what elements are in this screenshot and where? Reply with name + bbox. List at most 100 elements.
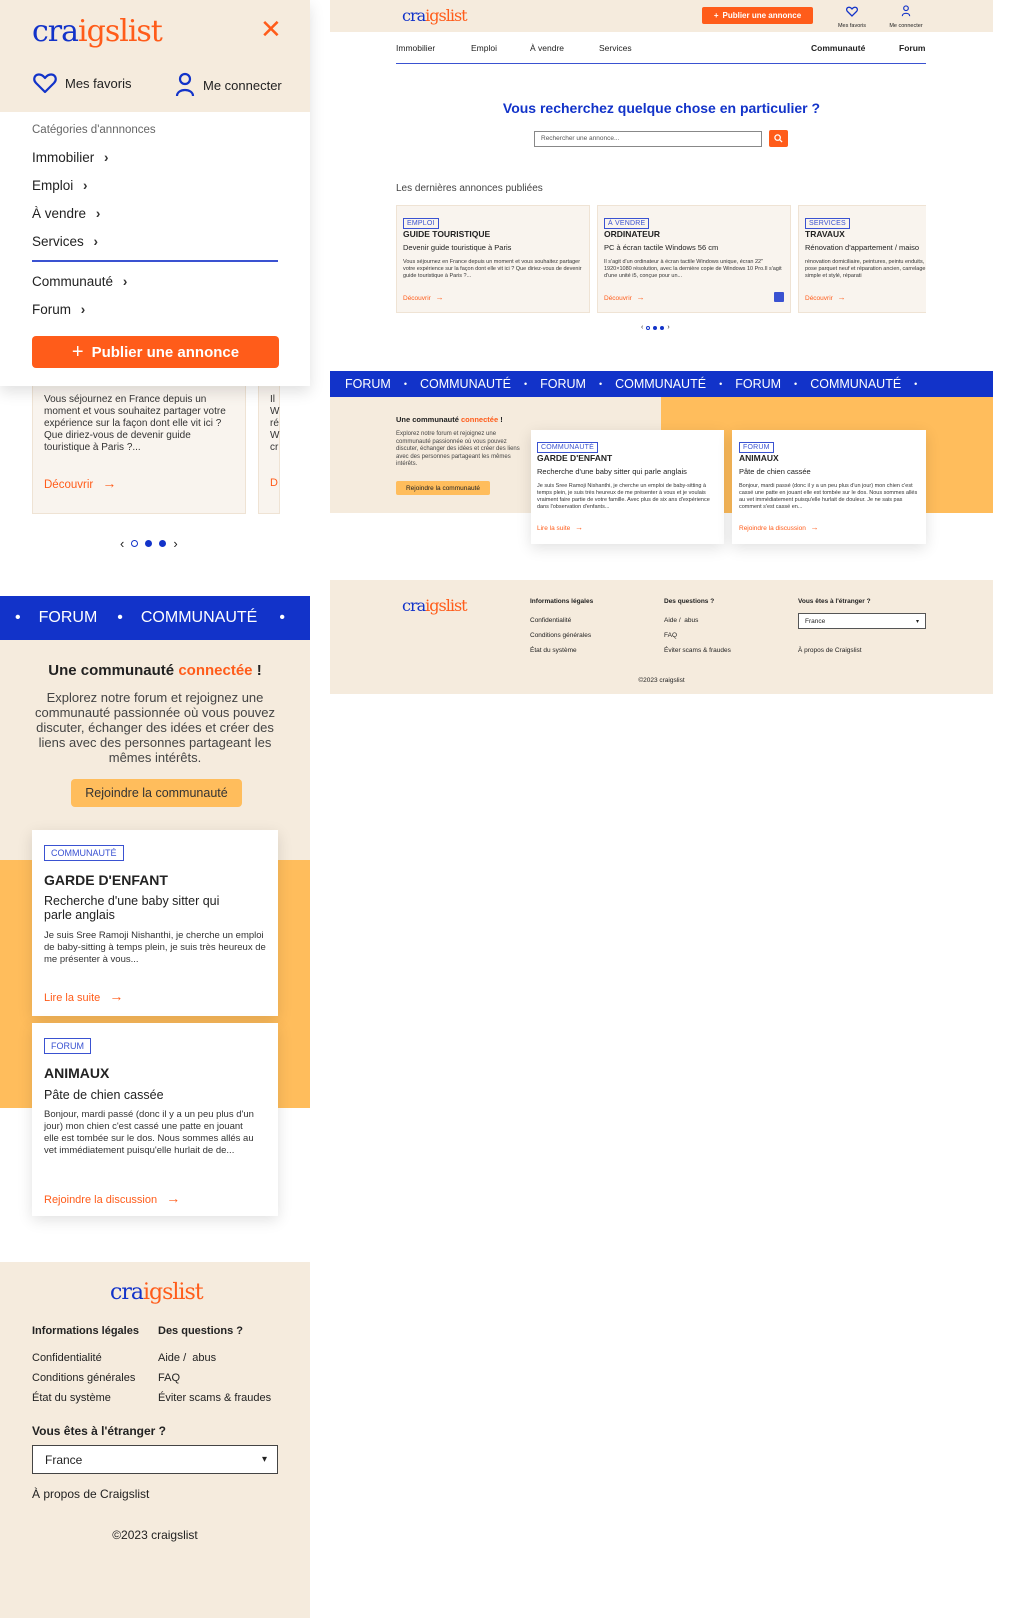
search-button[interactable] xyxy=(769,130,788,147)
login-link[interactable]: Me connecter xyxy=(175,72,282,98)
desktop-join-button[interactable]: Rejoindre la communauté xyxy=(396,481,490,495)
card-subtitle: PC à écran tactile Windows 56 cm xyxy=(604,243,719,252)
card-tag: FORUM xyxy=(739,442,774,453)
card-title: GARDE D'ENFANT xyxy=(537,453,613,463)
banner-forum[interactable]: FORUM xyxy=(540,377,586,391)
read-more-link[interactable]: Lire la suite → xyxy=(44,988,123,1004)
search-input[interactable]: Rechercher une annonce... xyxy=(534,131,762,147)
footer-legal-heading: Informations légales xyxy=(530,598,594,605)
chevron-right-icon: › xyxy=(122,274,128,289)
desktop-publish-button[interactable]: + Publier une annonce xyxy=(702,7,813,24)
mobile-footer xyxy=(0,1262,310,1618)
banner-communaute[interactable]: COMMUNAUTÉ xyxy=(615,377,706,391)
card-cta[interactable]: Découvrir → xyxy=(805,293,846,302)
nav-communaute[interactable]: Communauté xyxy=(811,43,865,53)
pager-dot[interactable] xyxy=(660,325,665,330)
join-discussion-link[interactable]: Rejoindre la discussion → xyxy=(44,1190,180,1206)
image-icon[interactable] xyxy=(774,292,784,302)
about-link[interactable]: À propos de Craigslist xyxy=(32,1487,149,1501)
footer-link-scams[interactable]: Éviter scams & fraudes xyxy=(664,647,731,654)
pager-dot[interactable] xyxy=(131,540,139,547)
pager-dot[interactable] xyxy=(646,325,651,330)
card-cta[interactable]: Découvrir → xyxy=(403,293,444,302)
nav-services[interactable]: Services xyxy=(599,43,632,53)
mobile-card-text: Vous séjournez en France depuis un momen… xyxy=(44,394,226,453)
join-community-button[interactable]: Rejoindre la communauté xyxy=(71,779,242,807)
footer-logo[interactable]: craigslist xyxy=(110,1280,204,1305)
footer-link-scams[interactable]: Éviter scams & fraudes xyxy=(158,1392,271,1404)
footer-link-etat[interactable]: État du système xyxy=(530,647,577,654)
desktop-favorites[interactable]: Mes favoris xyxy=(832,4,872,29)
read-more-link[interactable]: Lire la suite → xyxy=(537,523,583,532)
footer-link-aide[interactable]: Aide / abus xyxy=(664,617,698,624)
logo[interactable]: craigslist xyxy=(32,14,163,49)
copyright: ©2023 craigslist xyxy=(638,677,685,684)
banner-communaute[interactable]: COMMUNAUTÉ xyxy=(810,377,901,391)
chevron-right-icon[interactable]: › xyxy=(667,324,669,331)
chevron-left-icon[interactable]: ‹ xyxy=(641,324,643,331)
card-cta[interactable]: Découvrir → xyxy=(604,293,645,302)
footer-link-faq[interactable]: FAQ xyxy=(158,1372,180,1384)
menu-item-services[interactable]: Services › xyxy=(32,234,98,249)
pager-dot[interactable] xyxy=(653,325,658,330)
footer-link-etat[interactable]: État du système xyxy=(32,1392,111,1404)
pager-dot[interactable] xyxy=(159,540,167,547)
card-title: GUIDE TOURISTIQUE xyxy=(403,229,491,239)
menu-item-immobilier[interactable]: Immobilier › xyxy=(32,150,109,165)
menu-item-communaute[interactable]: Communauté › xyxy=(32,274,127,289)
footer-link-conditions[interactable]: Conditions générales xyxy=(32,1372,135,1384)
favorites-link[interactable]: Mes favoris xyxy=(33,72,131,94)
desktop-community-title: Une communauté connectée ! xyxy=(396,415,503,424)
nav-emploi[interactable]: Emploi xyxy=(471,43,497,53)
footer-link-faq[interactable]: FAQ xyxy=(664,632,677,639)
desktop-community-text: Explorez notre forum et rejoignez une co… xyxy=(396,431,520,467)
card-text: Je suis Sree Ramoji Nishanthi, je cherch… xyxy=(537,483,710,510)
nav-forum[interactable]: Forum xyxy=(899,43,925,53)
footer-link-aide[interactable]: Aide / abus xyxy=(158,1352,216,1364)
card-text: Bonjour, mardi passé (donc il y a un peu… xyxy=(739,483,918,510)
card-tag: FORUM xyxy=(44,1038,91,1054)
publish-button[interactable]: + Publier une annonce xyxy=(32,336,279,368)
mobile-community-title: Une communauté connectée ! xyxy=(48,662,262,679)
menu-item-a-vendre[interactable]: À vendre › xyxy=(32,206,100,221)
heart-icon xyxy=(846,6,858,17)
banner-forum[interactable]: FORUM xyxy=(39,609,98,627)
chevron-right-icon[interactable]: › xyxy=(173,536,177,551)
search-title: Vous recherchez quelque chose en particu… xyxy=(502,100,821,116)
country-select[interactable]: France ▾ xyxy=(798,613,926,629)
partial-card-cta[interactable]: D xyxy=(270,477,278,489)
card-title: GARDE D'ENFANT xyxy=(44,872,168,888)
card-text: Bonjour, mardi passé (donc il y a un peu… xyxy=(44,1109,254,1156)
menu-item-forum[interactable]: Forum › xyxy=(32,302,85,317)
banner-communaute[interactable]: COMMUNAUTÉ xyxy=(420,377,511,391)
arrow-right-icon: → xyxy=(435,293,444,302)
card-text: rénovation domiciliaire, peintures, pein… xyxy=(805,259,926,279)
partial-card-text: Il Wré Wcr xyxy=(270,394,280,453)
nav-a-vendre[interactable]: À vendre xyxy=(530,43,564,53)
menu-divider xyxy=(32,260,278,262)
footer-link-confidentialite[interactable]: Confidentialité xyxy=(530,617,571,624)
latest-heading: Les dernières annonces publiées xyxy=(396,183,543,194)
chevron-right-icon: › xyxy=(104,150,109,165)
footer-abroad-heading: Vous êtes à l'étranger ? xyxy=(32,1424,167,1438)
nav-immobilier[interactable]: Immobilier xyxy=(396,43,435,53)
banner-communaute[interactable]: COMMUNAUTÉ xyxy=(141,609,257,627)
banner-forum[interactable]: FORUM xyxy=(345,377,391,391)
pager-dot[interactable] xyxy=(145,540,153,547)
country-select[interactable]: France ▾ xyxy=(32,1445,278,1474)
chevron-left-icon[interactable]: ‹ xyxy=(120,536,124,551)
footer-link-confidentialite[interactable]: Confidentialité xyxy=(32,1352,102,1364)
about-link[interactable]: À propos de Craigslist xyxy=(798,647,862,654)
desktop-login[interactable]: Me connecter xyxy=(884,4,928,29)
copyright: ©2023 craigslist xyxy=(112,1528,198,1542)
desktop-footer-logo[interactable]: craigslist xyxy=(402,596,468,615)
plus-icon: + xyxy=(71,341,84,363)
menu-item-emploi[interactable]: Emploi › xyxy=(32,178,88,193)
mobile-card-cta[interactable]: Découvrir → xyxy=(44,475,116,491)
banner-forum[interactable]: FORUM xyxy=(735,377,781,391)
footer-link-conditions[interactable]: Conditions générales xyxy=(530,632,591,639)
arrow-right-icon: → xyxy=(102,475,117,491)
join-discussion-link[interactable]: Rejoindre la discussion → xyxy=(739,523,819,532)
close-icon[interactable]: ✕ xyxy=(260,14,282,44)
desktop-logo[interactable]: craigslist xyxy=(402,6,468,25)
